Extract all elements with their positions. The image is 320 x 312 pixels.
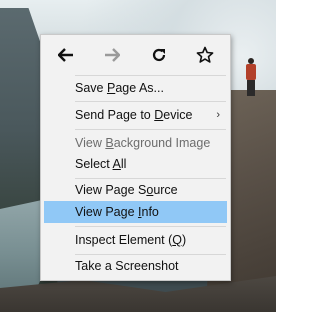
menu-separator	[75, 75, 226, 76]
back-button[interactable]	[55, 44, 77, 66]
menu-separator	[75, 101, 226, 102]
menu-item-view-page-info[interactable]: View Page Info	[44, 201, 227, 223]
menu-separator	[75, 226, 226, 227]
forward-button[interactable]	[101, 44, 123, 66]
menu-item-view-page-source[interactable]: View Page Source	[44, 179, 227, 201]
background-hiker	[244, 58, 258, 98]
submenu-arrow-icon: ›	[216, 109, 220, 121]
reload-button[interactable]	[148, 44, 170, 66]
menu-item-save-page-as[interactable]: Save Page As...	[44, 77, 227, 99]
navigation-row	[41, 35, 230, 75]
menu-item-view-background-image: View Background Image	[75, 136, 211, 150]
reload-icon	[152, 48, 166, 62]
menu-item-send-page-to-device[interactable]: Send Page to Device ›	[44, 104, 227, 126]
menu-item-take-screenshot[interactable]: Take a Screenshot	[44, 255, 227, 277]
star-icon	[196, 46, 214, 63]
menu-item-select-all[interactable]: Select All	[44, 153, 227, 175]
arrow-left-icon	[58, 48, 73, 62]
menu-item-inspect-element[interactable]: Inspect Element (Q)	[44, 229, 227, 251]
context-menu: Save Page As... Send Page to Device › Vi…	[40, 34, 231, 281]
menu-separator	[75, 129, 226, 130]
desktop-background-photo: Save Page As... Send Page to Device › Vi…	[0, 0, 276, 312]
arrow-right-icon	[105, 48, 120, 62]
bookmark-button[interactable]	[194, 44, 216, 66]
